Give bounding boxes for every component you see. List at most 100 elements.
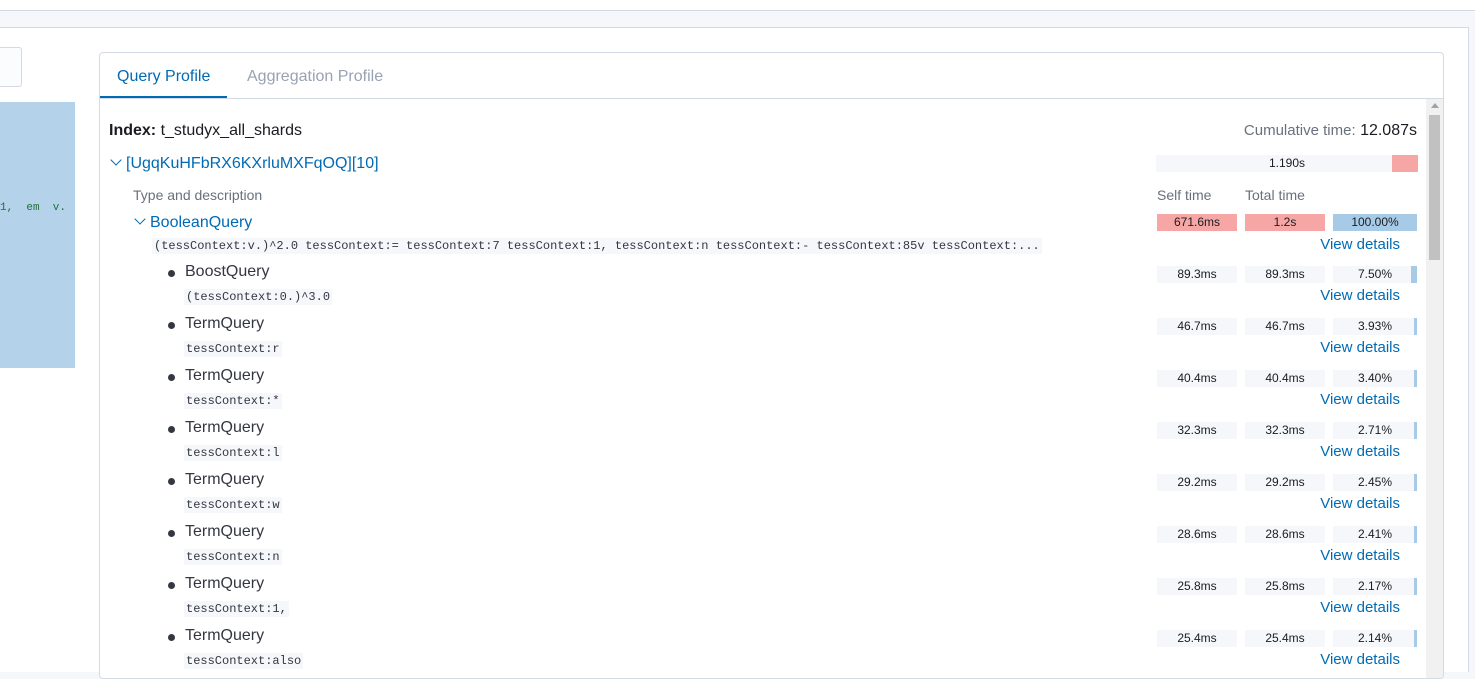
percentage: 3.93% <box>1333 318 1417 335</box>
query-name: BoostQuery <box>185 263 270 280</box>
total-time: 28.6ms <box>1245 526 1325 543</box>
percentage-label: 3.40% <box>1357 371 1393 385</box>
query-description: tessContext:r <box>184 341 282 357</box>
root-view-details-link[interactable]: View details <box>1320 236 1400 253</box>
bullet-icon <box>168 322 175 329</box>
index-label: Index: <box>109 122 157 139</box>
index-name: t_studyx_all_shards <box>160 122 302 139</box>
percentage-label: 3.93% <box>1357 319 1393 333</box>
left-input[interactable] <box>0 47 22 87</box>
query-name: TermQuery <box>185 575 265 592</box>
header-total-time: Total time <box>1245 187 1305 203</box>
percentage-fill <box>1414 630 1417 647</box>
self-time: 32.3ms <box>1157 422 1237 439</box>
query-name: TermQuery <box>185 315 265 332</box>
bullet-icon <box>168 582 175 589</box>
query-name: TermQuery <box>185 523 265 540</box>
scroll-up-icon[interactable] <box>1431 103 1439 108</box>
percentage-fill <box>1411 266 1417 283</box>
bullet-icon <box>168 634 175 641</box>
percentage-fill <box>1414 370 1417 387</box>
percentage-fill <box>1414 578 1417 595</box>
tab-aggregation-profile[interactable]: Aggregation Profile <box>230 53 400 97</box>
header-type: Type and description <box>133 187 263 203</box>
root-percentage: 100.00% <box>1333 214 1417 231</box>
view-details-link[interactable]: View details <box>1320 651 1400 668</box>
index-heading: Index: t_studyx_all_shards <box>109 122 302 140</box>
scroll-thumb[interactable] <box>1429 115 1440 260</box>
view-details-link[interactable]: View details <box>1320 443 1400 460</box>
self-time: 25.8ms <box>1157 578 1237 595</box>
view-details-link[interactable]: View details <box>1320 339 1400 356</box>
self-time: 46.7ms <box>1157 318 1237 335</box>
percentage: 2.45% <box>1333 474 1417 491</box>
self-time: 89.3ms <box>1157 266 1237 283</box>
total-time: 40.4ms <box>1245 370 1325 387</box>
shard-time-fill <box>1392 155 1418 172</box>
percentage-label: 2.17% <box>1357 579 1393 593</box>
query-editor[interactable]: 1, em v. <box>0 102 75 368</box>
self-time: 25.4ms <box>1157 630 1237 647</box>
percentage-label: 2.45% <box>1357 475 1393 489</box>
percentage-fill <box>1414 318 1417 335</box>
profile-content: Index: t_studyx_all_shards Cumulative ti… <box>100 99 1425 678</box>
percentage: 2.41% <box>1333 526 1417 543</box>
total-time: 46.7ms <box>1245 318 1325 335</box>
editor-text: 1, em v. <box>0 202 67 214</box>
view-details-link[interactable]: View details <box>1320 599 1400 616</box>
total-time: 25.4ms <box>1245 630 1325 647</box>
shard-toggle[interactable]: [UgqKuHFbRX6KXrluMXFqOQ][10] <box>109 154 379 173</box>
root-self-time: 671.6ms <box>1157 214 1237 231</box>
self-time: 40.4ms <box>1157 370 1237 387</box>
percentage: 2.71% <box>1333 422 1417 439</box>
boolean-query-toggle[interactable]: BooleanQuery <box>133 213 253 232</box>
cumulative-time: Cumulative time: 12.087s <box>1244 122 1417 140</box>
cumulative-value: 12.087s <box>1360 122 1417 139</box>
query-name: TermQuery <box>185 419 265 436</box>
self-time: 28.6ms <box>1157 526 1237 543</box>
query-description: tessContext:* <box>184 393 282 409</box>
profile-tabs: Query Profile Aggregation Profile <box>100 53 1443 99</box>
bullet-icon <box>168 426 175 433</box>
percentage-fill <box>1414 474 1417 491</box>
root-query-name: BooleanQuery <box>150 214 253 231</box>
percentage-label: 2.41% <box>1357 527 1393 541</box>
percentage-label: 2.14% <box>1357 631 1393 645</box>
percentage: 2.17% <box>1333 578 1417 595</box>
percentage-label: 2.71% <box>1357 423 1393 437</box>
bullet-icon <box>168 374 175 381</box>
total-time: 29.2ms <box>1245 474 1325 491</box>
query-description: tessContext:1, <box>184 601 289 617</box>
percentage: 3.40% <box>1333 370 1417 387</box>
view-details-link[interactable]: View details <box>1320 495 1400 512</box>
root-query-description: (tessContext:v.)^2.0 tessContext:= tessC… <box>152 238 1042 254</box>
root-total-time: 1.2s <box>1245 214 1325 231</box>
profile-panel: Query Profile Aggregation Profile Index:… <box>99 52 1444 679</box>
percentage-fill <box>1414 422 1417 439</box>
percentage: 7.50% <box>1333 266 1417 283</box>
view-details-link[interactable]: View details <box>1320 391 1400 408</box>
shard-time: 1.190s <box>1268 156 1306 170</box>
chevron-down-icon <box>110 154 122 166</box>
shard-label: [UgqKuHFbRX6KXrluMXFqOQ][10] <box>126 155 379 172</box>
query-name: TermQuery <box>185 367 265 384</box>
top-bar <box>0 0 1475 11</box>
bullet-icon <box>168 530 175 537</box>
query-description: tessContext:n <box>184 549 282 565</box>
bullet-icon <box>168 478 175 485</box>
view-details-link[interactable]: View details <box>1320 287 1400 304</box>
shard-time-bar: 1.190s <box>1156 155 1418 172</box>
query-description: (tessContext:0.)^3.0 <box>184 289 333 305</box>
cumulative-label: Cumulative time: <box>1243 122 1356 139</box>
header-self-time: Self time <box>1157 187 1212 203</box>
percentage-fill <box>1414 526 1417 543</box>
view-details-link[interactable]: View details <box>1320 547 1400 564</box>
chevron-down-icon <box>134 213 146 225</box>
query-description: tessContext:also <box>184 653 304 669</box>
scrollbar[interactable] <box>1426 99 1443 678</box>
total-time: 32.3ms <box>1245 422 1325 439</box>
total-time: 25.8ms <box>1245 578 1325 595</box>
self-time: 29.2ms <box>1157 474 1237 491</box>
query-name: TermQuery <box>185 471 265 488</box>
tab-query-profile[interactable]: Query Profile <box>100 53 228 98</box>
